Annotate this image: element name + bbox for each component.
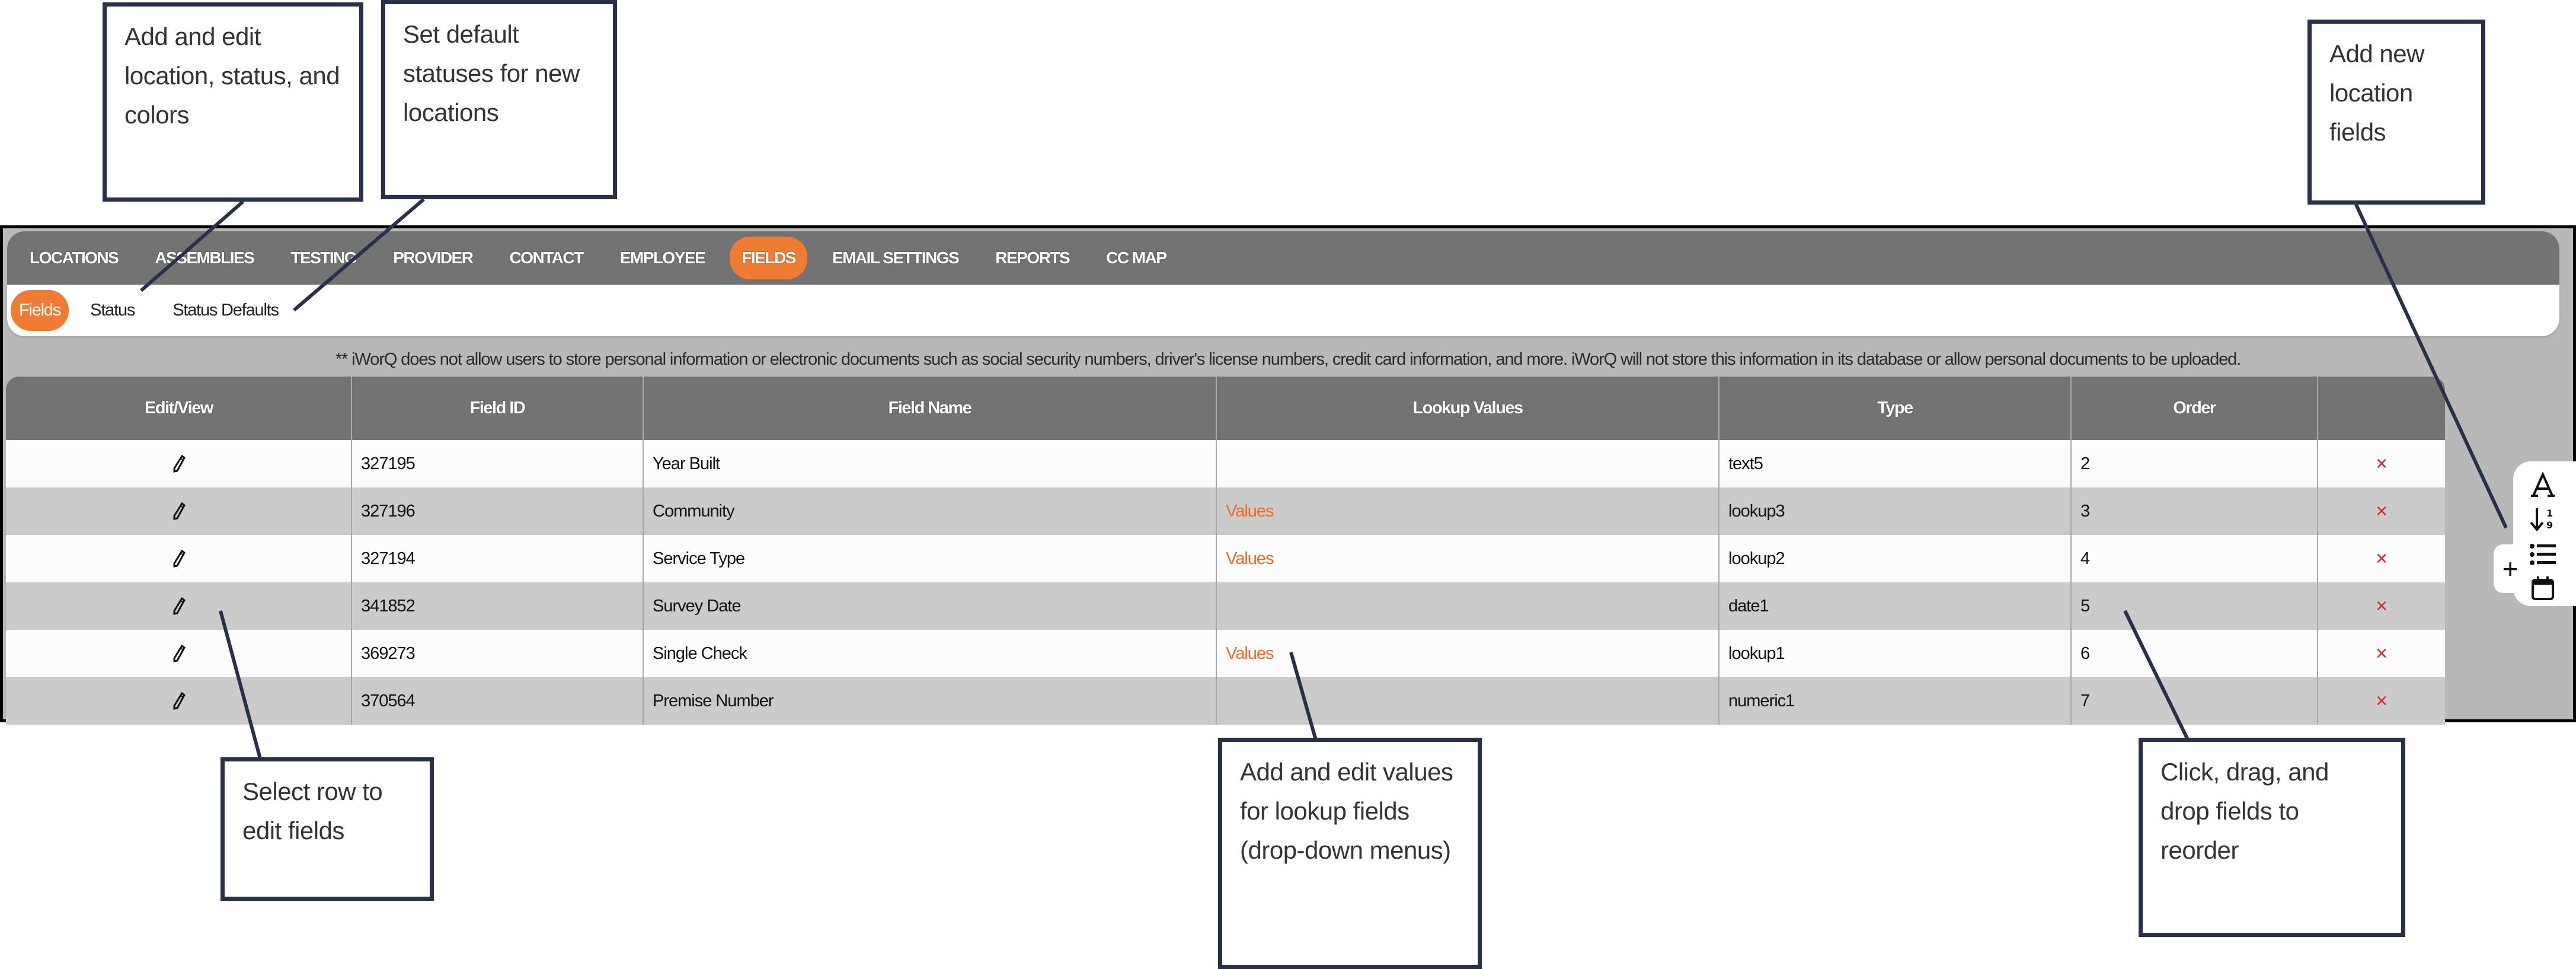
callout-locations-status: Add and edit location, status, and color…: [103, 2, 363, 202]
leader-status-defaults: [293, 197, 425, 312]
leader-add-field: [2354, 203, 2508, 529]
callout-add-fields: Add new location fields: [2307, 20, 2485, 205]
leader-reorder: [2123, 610, 2189, 740]
callout-reorder: Click, drag, and drop fields to reorder: [2139, 738, 2405, 937]
leader-select-row: [219, 610, 263, 761]
callout-lookup-values: Add and edit values for lookup fields (d…: [1218, 738, 1482, 969]
callout-select-row: Select row to edit fields: [220, 757, 434, 901]
leader-lookup: [1289, 652, 1318, 741]
callout-status-defaults: Set default statuses for new locations: [381, 0, 617, 199]
leader-status: [140, 200, 244, 292]
